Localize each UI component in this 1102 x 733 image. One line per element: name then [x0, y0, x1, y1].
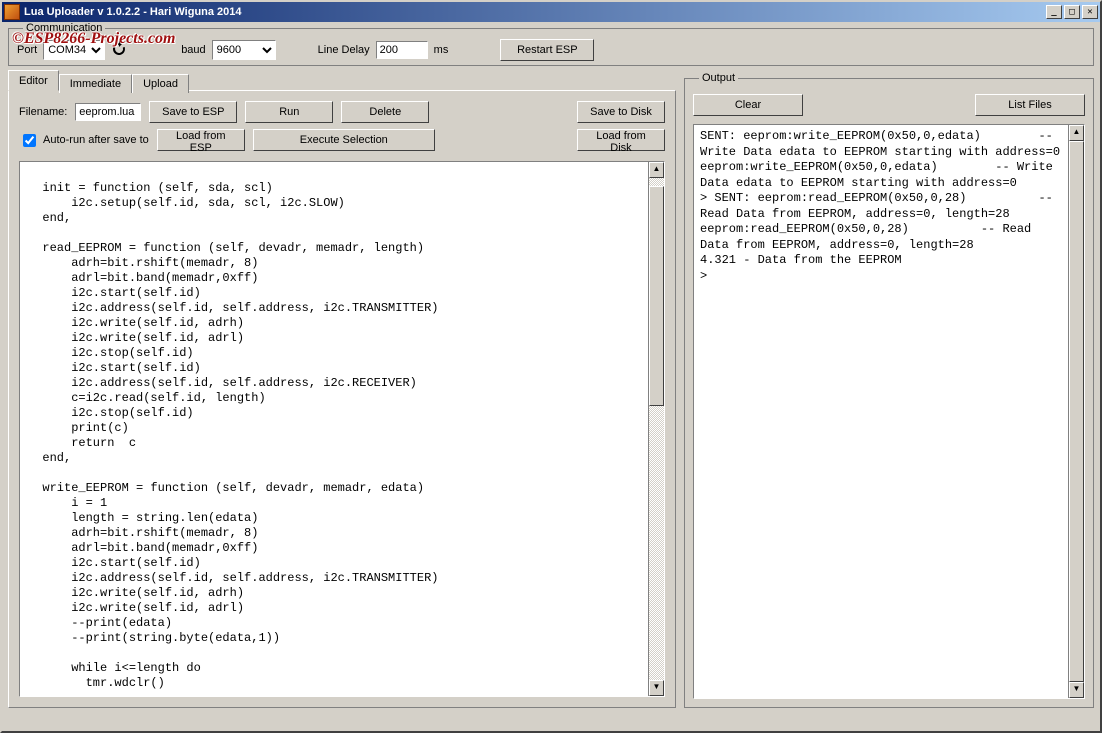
tab-upload[interactable]: Upload	[132, 74, 189, 93]
scroll-track[interactable]	[649, 178, 664, 680]
scroll-up-icon[interactable]: ▲	[1069, 125, 1084, 141]
run-button[interactable]: Run	[245, 101, 333, 123]
delete-button[interactable]: Delete	[341, 101, 429, 123]
port-select[interactable]: COM34	[43, 40, 105, 60]
port-label: Port	[17, 44, 37, 56]
line-delay-label: Line Delay	[318, 44, 370, 56]
communication-legend: Communication	[23, 22, 105, 34]
autorun-label: Auto-run after save to	[43, 134, 149, 146]
scroll-up-icon[interactable]: ▲	[649, 162, 664, 178]
line-delay-input[interactable]	[376, 41, 428, 59]
filename-input[interactable]	[75, 103, 141, 121]
save-to-esp-button[interactable]: Save to ESP	[149, 101, 237, 123]
save-to-disk-button[interactable]: Save to Disk	[577, 101, 665, 123]
output-legend: Output	[699, 72, 738, 84]
output-scrollbar[interactable]: ▲ ▼	[1068, 125, 1084, 698]
line-delay-unit: ms	[434, 44, 449, 56]
communication-group: Communication Port COM34 baud 9600 Line …	[8, 22, 1094, 66]
execute-selection-button[interactable]: Execute Selection	[253, 129, 435, 151]
output-group: Output Clear List Files SENT: eeprom:wri…	[684, 72, 1094, 708]
autorun-checkbox[interactable]	[23, 134, 36, 147]
app-icon	[4, 4, 20, 20]
scroll-track[interactable]	[1069, 141, 1084, 682]
baud-label: baud	[181, 44, 205, 56]
scroll-thumb[interactable]	[649, 186, 664, 406]
restart-esp-button[interactable]: Restart ESP	[500, 39, 594, 61]
refresh-icon[interactable]	[111, 41, 129, 59]
load-from-esp-button[interactable]: Load from ESP	[157, 129, 245, 151]
app-window: Lua Uploader v 1.0.2.2 - Hari Wiguna 201…	[0, 0, 1102, 733]
editor-panel: Filename: Save to ESP Run Delete Save to…	[8, 90, 676, 708]
titlebar: Lua Uploader v 1.0.2.2 - Hari Wiguna 201…	[2, 2, 1100, 22]
autorun-check[interactable]: Auto-run after save to	[19, 131, 149, 150]
code-text[interactable]: init = function (self, sda, scl) i2c.set…	[20, 162, 648, 696]
baud-select[interactable]: 9600	[212, 40, 276, 60]
filename-label: Filename:	[19, 106, 67, 118]
editor-scrollbar[interactable]: ▲ ▼	[648, 162, 664, 696]
scroll-down-icon[interactable]: ▼	[649, 680, 664, 696]
maximize-button[interactable]: □	[1064, 5, 1080, 19]
output-textarea[interactable]: SENT: eeprom:write_EEPROM(0x50,0,edata) …	[693, 124, 1085, 699]
clear-button[interactable]: Clear	[693, 94, 803, 116]
code-editor[interactable]: init = function (self, sda, scl) i2c.set…	[19, 161, 665, 697]
window-title: Lua Uploader v 1.0.2.2 - Hari Wiguna 201…	[24, 6, 1046, 18]
list-files-button[interactable]: List Files	[975, 94, 1085, 116]
load-from-disk-button[interactable]: Load from Disk	[577, 129, 665, 151]
scroll-down-icon[interactable]: ▼	[1069, 682, 1084, 698]
minimize-button[interactable]: _	[1046, 5, 1062, 19]
scroll-thumb[interactable]	[1069, 141, 1084, 682]
close-button[interactable]: ✕	[1082, 5, 1098, 19]
tab-editor[interactable]: Editor	[8, 70, 59, 91]
tab-immediate[interactable]: Immediate	[59, 74, 132, 93]
tab-bar: Editor Immediate Upload	[8, 72, 676, 91]
output-content: SENT: eeprom:write_EEPROM(0x50,0,edata) …	[694, 125, 1068, 698]
